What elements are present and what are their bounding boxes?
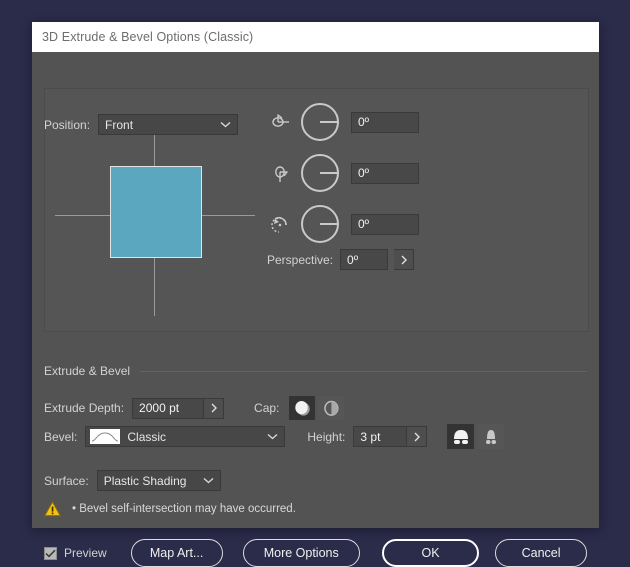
chevron-down-icon: [193, 477, 214, 484]
perspective-stepper-button[interactable]: [394, 249, 415, 270]
preview-cube[interactable]: [110, 166, 202, 258]
surface-select[interactable]: Plastic Shading: [96, 470, 221, 491]
rotate-x-axis-icon: [267, 109, 293, 135]
extrude-depth-input[interactable]: 2000 pt: [132, 397, 205, 419]
rotate-y-axis-icon: [267, 160, 293, 186]
warning-triangle-icon: [44, 501, 61, 517]
bevel-height-label: Height:: [307, 429, 346, 444]
bevel-extent-out-button[interactable]: [447, 424, 475, 449]
extrude-section-title: Extrude & Bevel: [44, 364, 131, 378]
bevel-classic-swatch-icon: [90, 429, 121, 444]
chevron-down-icon: [257, 433, 278, 440]
chevron-right-icon: [211, 403, 217, 413]
dial-needle: [320, 223, 339, 225]
bevel-height-field-group: 3 pt: [353, 426, 428, 447]
section-divider: [140, 370, 587, 372]
rotate-z-axis-icon: [267, 211, 293, 237]
dial-needle: [320, 121, 339, 123]
cap-toggle-group: [289, 396, 345, 420]
chevron-right-icon: [414, 432, 420, 441]
perspective-label: Perspective:: [267, 252, 334, 267]
preview-label: Preview: [64, 546, 107, 560]
checkmark-icon: [45, 549, 56, 558]
dialog-footer: Preview Map Art... More Options OK Cance…: [44, 539, 588, 567]
bevel-extent-out-icon: [453, 430, 468, 444]
preview-checkbox-group[interactable]: Preview: [44, 546, 107, 560]
rotation-dial-y[interactable]: [301, 154, 339, 192]
cap-label: Cap:: [254, 401, 280, 415]
rotation-preview-stage[interactable]: [55, 116, 255, 316]
rotation-row-y: 0º: [267, 152, 419, 194]
map-art-button[interactable]: Map Art...: [130, 539, 223, 567]
position-label: Position:: [44, 117, 91, 132]
bevel-height-input[interactable]: 3 pt: [353, 426, 408, 447]
cap-hollow-icon: [324, 400, 339, 416]
bevel-select[interactable]: Classic: [85, 426, 286, 447]
cancel-button[interactable]: Cancel: [495, 539, 588, 567]
cap-solid-button[interactable]: [289, 396, 316, 420]
dialog-title: 3D Extrude & Bevel Options (Classic): [42, 30, 254, 44]
rotation-y-input[interactable]: 0º: [351, 162, 419, 184]
rotation-row-x: 0º: [267, 101, 419, 143]
dialog-body: 0º 0º 0º Perspective: 0º Position: Front…: [32, 52, 599, 567]
warning-row: • Bevel self-intersection may have occur…: [44, 501, 296, 517]
cap-hollow-button[interactable]: [318, 396, 345, 420]
preview-checkbox[interactable]: [44, 546, 57, 560]
chevron-right-icon: [401, 255, 407, 264]
rotation-row-z: 0º: [267, 203, 419, 245]
surface-label: Surface:: [44, 473, 89, 488]
more-options-button[interactable]: More Options: [242, 539, 360, 567]
extrude-section-header: Extrude & Bevel: [44, 364, 587, 378]
rotation-x-input[interactable]: 0º: [351, 111, 419, 133]
cap-solid-icon: [295, 400, 310, 416]
bevel-height-stepper-button[interactable]: [407, 426, 428, 447]
dialog-titlebar: 3D Extrude & Bevel Options (Classic): [32, 22, 599, 52]
bevel-label: Bevel:: [44, 429, 78, 444]
rotation-dial-x[interactable]: [301, 103, 339, 141]
rotation-controls: 0º 0º 0º: [267, 101, 419, 254]
dialog-window: 3D Extrude & Bevel Options (Classic) 0º …: [32, 22, 599, 567]
surface-row: Surface: Plastic Shading: [44, 470, 221, 491]
extrude-depth-row: Extrude Depth: 2000 pt Cap:: [44, 396, 587, 420]
bevel-extent-in-icon: [485, 430, 496, 444]
bevel-extent-toggle-group: [447, 424, 505, 449]
rotation-dial-z[interactable]: [301, 205, 339, 243]
position-row: Position: Front: [44, 114, 239, 135]
position-select-value: Front: [105, 117, 134, 132]
surface-select-value: Plastic Shading: [103, 473, 187, 488]
position-select[interactable]: Front: [98, 114, 239, 135]
bevel-select-value: Classic: [127, 429, 167, 444]
extrude-depth-field-group: 2000 pt: [132, 397, 225, 419]
perspective-input[interactable]: 0º: [340, 249, 389, 270]
extrude-depth-stepper-button[interactable]: [204, 397, 225, 419]
extrude-depth-label: Extrude Depth:: [44, 401, 125, 415]
bevel-row: Bevel: Classic Height: 3 pt: [44, 424, 587, 449]
rotation-z-input[interactable]: 0º: [351, 213, 419, 235]
ok-button[interactable]: OK: [381, 539, 480, 567]
warning-message: • Bevel self-intersection may have occur…: [72, 503, 296, 515]
bevel-extent-in-button[interactable]: [477, 424, 505, 449]
chevron-down-icon: [210, 121, 231, 128]
dial-needle: [320, 172, 339, 174]
perspective-row: Perspective: 0º: [267, 249, 415, 270]
